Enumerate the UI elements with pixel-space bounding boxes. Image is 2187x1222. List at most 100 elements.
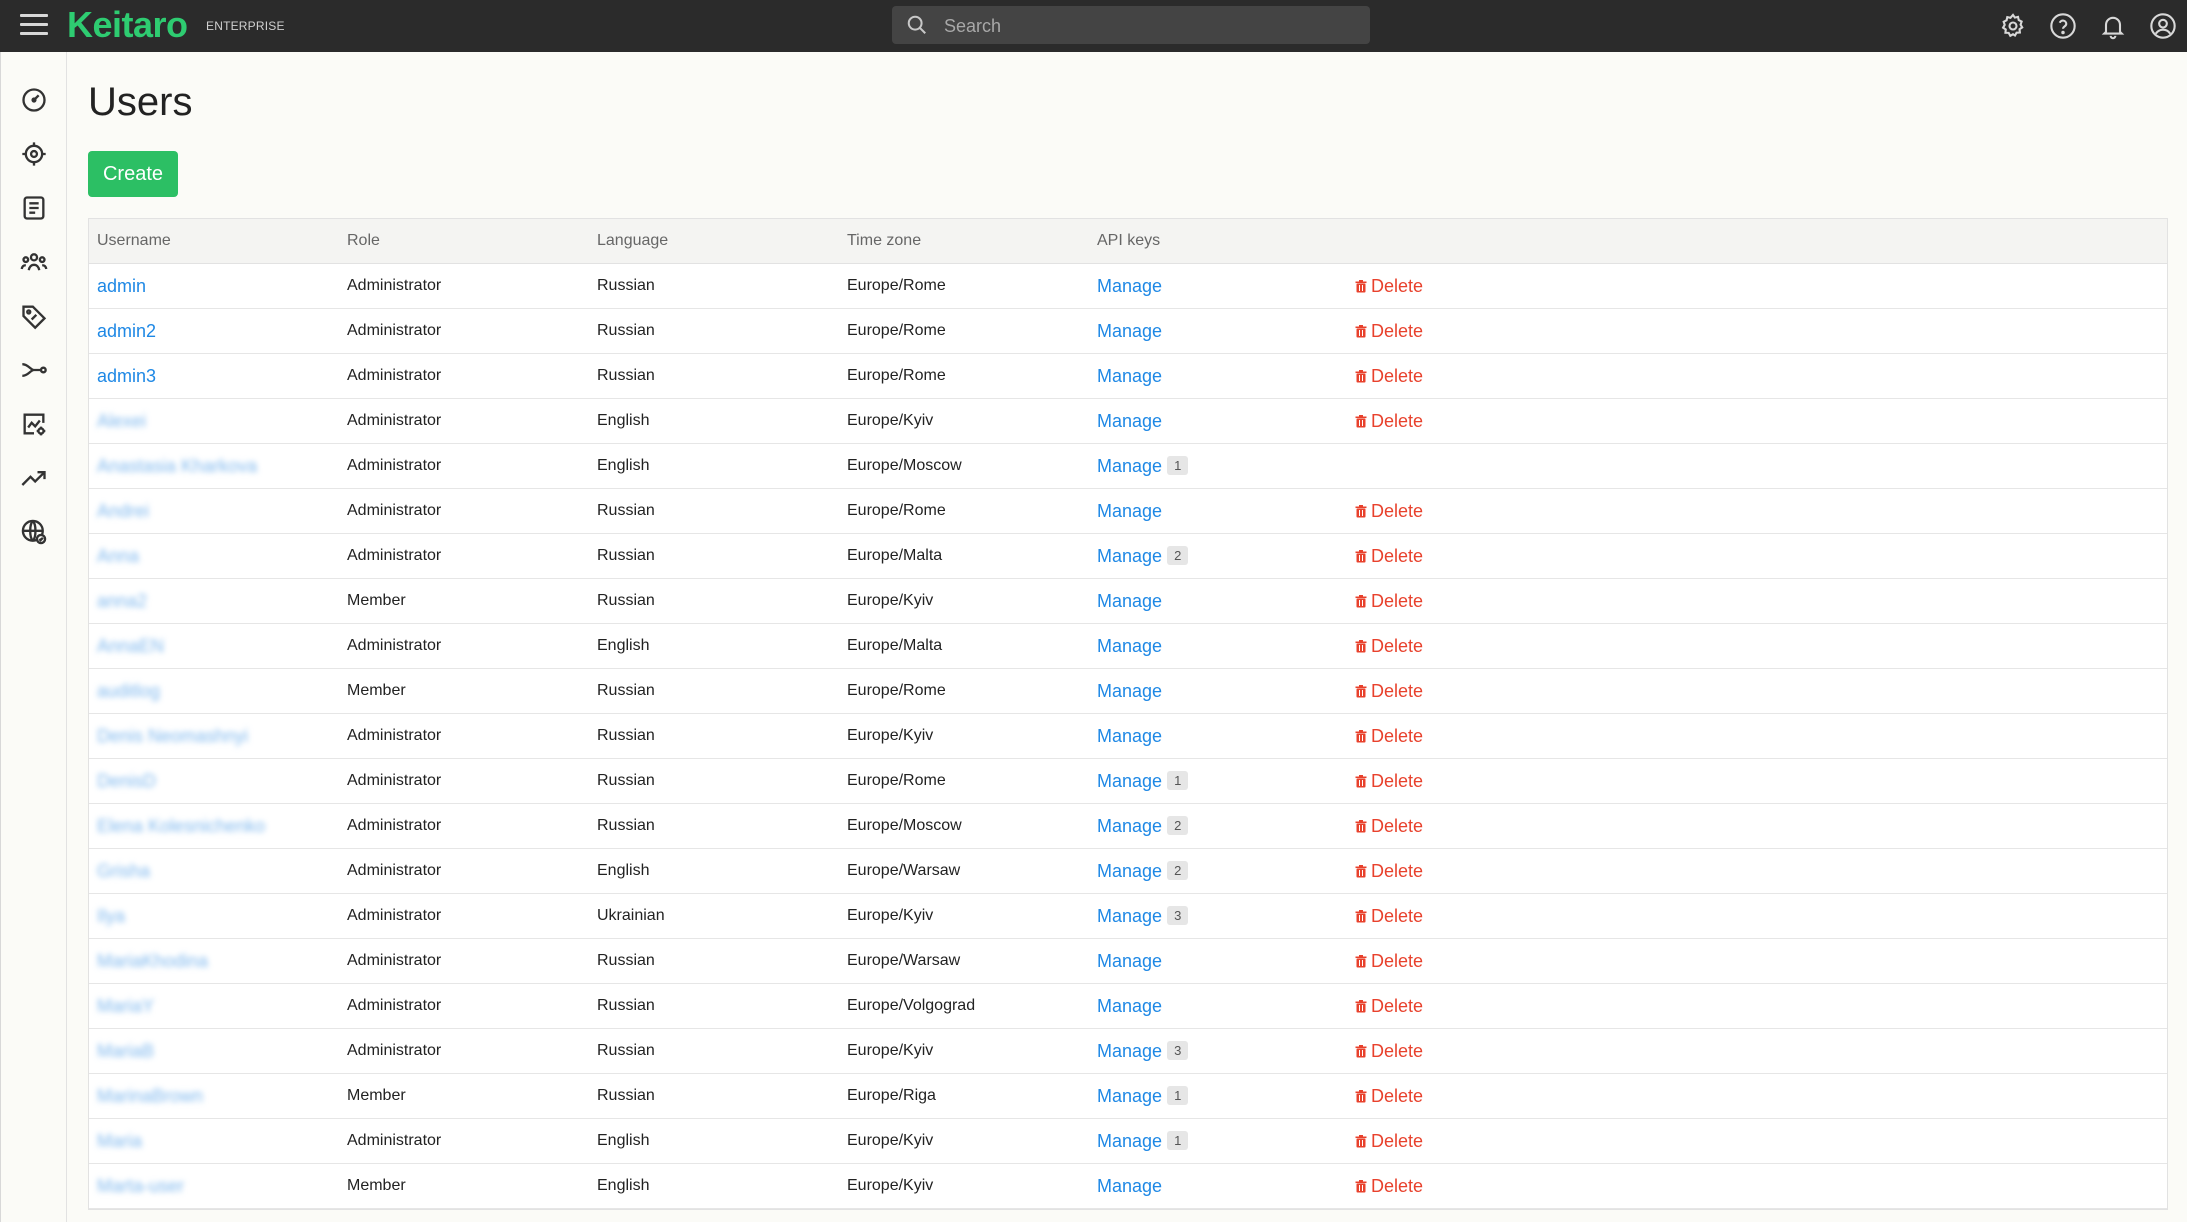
delete-button[interactable]: Delete: [1355, 816, 1423, 836]
column-header-role[interactable]: Role: [339, 219, 589, 264]
language-cell: Russian: [589, 1028, 839, 1074]
help-icon[interactable]: [2049, 12, 2077, 40]
username-link[interactable]: Marta-user: [97, 1176, 184, 1196]
delete-button[interactable]: Delete: [1355, 636, 1423, 656]
users-icon[interactable]: [20, 248, 48, 276]
delete-label: Delete: [1371, 860, 1424, 881]
delete-button[interactable]: Delete: [1355, 1176, 1423, 1196]
delete-button[interactable]: Delete: [1355, 321, 1423, 341]
username-link[interactable]: Anna: [97, 546, 139, 566]
delete-button[interactable]: Delete: [1355, 501, 1423, 521]
manage-api-keys-link[interactable]: Manage: [1097, 816, 1162, 836]
delete-label: Delete: [1371, 725, 1424, 746]
username-link[interactable]: Ilya: [97, 906, 125, 926]
column-header-timezone[interactable]: Time zone: [839, 219, 1089, 264]
manage-api-keys-link[interactable]: Manage: [1097, 1176, 1162, 1196]
manage-api-keys-link[interactable]: Manage: [1097, 636, 1162, 656]
manage-api-keys-link[interactable]: Manage: [1097, 681, 1162, 701]
language-cell: Russian: [589, 803, 839, 849]
delete-label: Delete: [1371, 1085, 1424, 1106]
create-button[interactable]: Create: [88, 151, 178, 197]
username-link[interactable]: MariaKhodina: [97, 951, 208, 971]
manage-api-keys-link[interactable]: Manage: [1097, 951, 1162, 971]
delete-button[interactable]: Delete: [1355, 996, 1423, 1016]
delete-button[interactable]: Delete: [1355, 771, 1423, 791]
delete-button[interactable]: Delete: [1355, 366, 1423, 386]
domains-icon[interactable]: [20, 518, 48, 546]
manage-api-keys-link[interactable]: Manage: [1097, 546, 1162, 566]
manage-api-keys-link[interactable]: Manage: [1097, 771, 1162, 791]
username-link[interactable]: MariaB: [97, 1041, 154, 1061]
language-cell: English: [589, 398, 839, 444]
trash-icon: [1355, 864, 1367, 877]
manage-api-keys-link[interactable]: Manage: [1097, 726, 1162, 746]
settings-icon[interactable]: [1999, 12, 2027, 40]
offers-icon[interactable]: [20, 194, 48, 222]
trends-icon[interactable]: [20, 464, 48, 492]
tags-icon[interactable]: [20, 302, 48, 330]
username-link[interactable]: admin3: [97, 366, 156, 386]
delete-button[interactable]: Delete: [1355, 681, 1423, 701]
column-header-language[interactable]: Language: [589, 219, 839, 264]
manage-api-keys-link[interactable]: Manage: [1097, 501, 1162, 521]
delete-button[interactable]: Delete: [1355, 1041, 1423, 1061]
delete-button[interactable]: Delete: [1355, 546, 1423, 566]
manage-api-keys-link[interactable]: Manage: [1097, 861, 1162, 881]
actions-cell: [1347, 443, 2167, 489]
manage-api-keys-link[interactable]: Manage: [1097, 996, 1162, 1016]
column-header-username[interactable]: Username: [89, 219, 339, 264]
manage-api-keys-link[interactable]: Manage: [1097, 591, 1162, 611]
trash-icon: [1355, 1134, 1367, 1147]
username-link[interactable]: MariaY: [97, 996, 154, 1016]
manage-api-keys-link[interactable]: Manage: [1097, 1131, 1162, 1151]
manage-api-keys-link[interactable]: Manage: [1097, 906, 1162, 926]
campaigns-icon[interactable]: [20, 140, 48, 168]
flows-icon[interactable]: [20, 356, 48, 384]
delete-button[interactable]: Delete: [1355, 861, 1423, 881]
account-icon[interactable]: [2149, 12, 2177, 40]
menu-icon[interactable]: [20, 14, 48, 38]
username-cell: Maria: [89, 1118, 339, 1164]
manage-api-keys-link[interactable]: Manage: [1097, 456, 1162, 476]
username-link[interactable]: auditlog: [97, 681, 160, 701]
username-link[interactable]: Denis Neomashnyi: [97, 726, 248, 746]
delete-button[interactable]: Delete: [1355, 276, 1423, 296]
dashboard-icon[interactable]: [20, 86, 48, 114]
delete-button[interactable]: Delete: [1355, 726, 1423, 746]
table-row: Elena Kolesnichenko Administrator Russian E…: [89, 803, 2167, 849]
username-link[interactable]: admin2: [97, 321, 156, 341]
reports-icon[interactable]: [20, 410, 48, 438]
manage-api-keys-link[interactable]: Manage: [1097, 1041, 1162, 1061]
delete-button[interactable]: Delete: [1355, 906, 1423, 926]
username-link[interactable]: admin: [97, 276, 146, 296]
timezone-cell: Europe/Moscow: [839, 443, 1089, 489]
username-link[interactable]: anna2: [97, 591, 147, 611]
delete-button[interactable]: Delete: [1355, 1131, 1423, 1151]
delete-button[interactable]: Delete: [1355, 591, 1423, 611]
username-link[interactable]: DenisD: [97, 771, 156, 791]
username-cell: MariaKhodina: [89, 938, 339, 984]
username-link[interactable]: MarinaBrown: [97, 1086, 203, 1106]
bell-icon[interactable]: [2099, 12, 2127, 40]
app-logo[interactable]: Keitaro: [67, 4, 188, 46]
username-link[interactable]: AnnaEN: [97, 636, 164, 656]
manage-api-keys-link[interactable]: Manage: [1097, 366, 1162, 386]
language-cell: English: [589, 443, 839, 489]
search-input[interactable]: [942, 6, 1356, 46]
manage-api-keys-link[interactable]: Manage: [1097, 1086, 1162, 1106]
username-link[interactable]: Elena Kolesnichenko: [97, 816, 265, 836]
role-cell: Administrator: [339, 803, 589, 849]
username-link[interactable]: Anastasia Kharkova: [97, 456, 257, 476]
manage-api-keys-link[interactable]: Manage: [1097, 411, 1162, 431]
username-link[interactable]: Maria: [97, 1131, 142, 1151]
delete-button[interactable]: Delete: [1355, 951, 1423, 971]
username-link[interactable]: Grisha: [97, 861, 150, 881]
language-cell: English: [589, 848, 839, 894]
manage-api-keys-link[interactable]: Manage: [1097, 276, 1162, 296]
language-cell: Ukrainian: [589, 893, 839, 939]
delete-button[interactable]: Delete: [1355, 1086, 1423, 1106]
username-link[interactable]: Andrei: [97, 501, 149, 521]
username-link[interactable]: Alexei: [97, 411, 146, 431]
manage-api-keys-link[interactable]: Manage: [1097, 321, 1162, 341]
delete-button[interactable]: Delete: [1355, 411, 1423, 431]
